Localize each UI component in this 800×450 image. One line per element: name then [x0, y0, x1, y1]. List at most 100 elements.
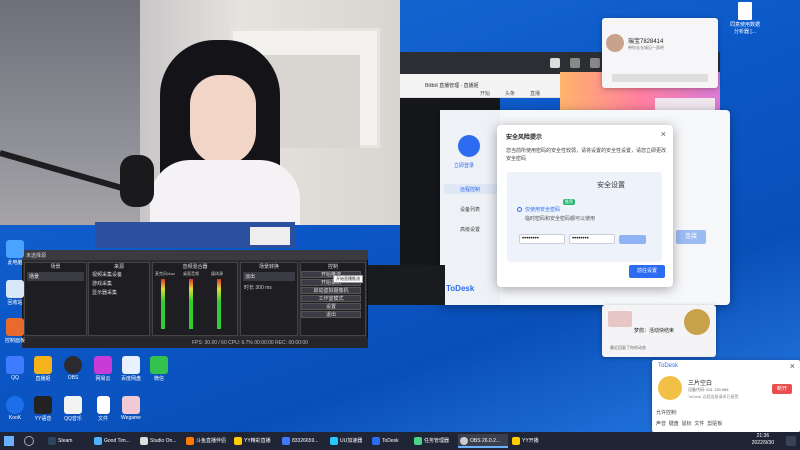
- start-icon[interactable]: [4, 436, 14, 446]
- webcam-preview: [0, 0, 400, 225]
- search-icon[interactable]: [24, 436, 34, 446]
- taskbar-item-todesk[interactable]: ToDesk: [370, 434, 410, 448]
- obs-transition-select[interactable]: 淡出: [243, 272, 295, 281]
- taskbar-item-goodtime[interactable]: Good Tim...: [92, 434, 136, 448]
- cloud-icon: [122, 356, 140, 374]
- user-avatar-icon[interactable]: [458, 135, 480, 157]
- obs-no-source: 未选择源: [26, 253, 47, 259]
- desktop-file-icon[interactable]: 同意使用数据分析器 [...: [728, 2, 762, 35]
- disconnect-button[interactable]: 断开: [772, 384, 792, 394]
- obs-source-2[interactable]: 显示器采集: [89, 288, 149, 297]
- close-icon[interactable]: ×: [790, 362, 795, 371]
- perm-file[interactable]: 文件: [694, 421, 704, 427]
- taskbar-item-uu[interactable]: UU加速器: [328, 434, 368, 448]
- notification-icon[interactable]: [786, 436, 796, 446]
- taskbar-item-qq[interactable]: 83326659...: [280, 434, 326, 448]
- chat-thumb: [608, 311, 632, 327]
- todesk-sidebar: 立即登录 远程控制 设备列表 高级设置 ToDesk: [440, 110, 500, 305]
- obs-sources-title: 来源: [113, 264, 124, 270]
- taskbar-item-douyu[interactable]: 斗鱼直播伴侣: [184, 434, 230, 448]
- browser-tab[interactable]: Bilibili 直播管理 - 直播姬: [425, 82, 479, 89]
- virtual-camera-button[interactable]: 启动虚拟摄像机: [301, 287, 361, 294]
- desktop-icon-yy[interactable]: YY语音: [30, 396, 56, 422]
- sidebar-item-settings[interactable]: 高级设置: [444, 224, 498, 234]
- desktop-icon-kook[interactable]: KooK: [2, 396, 28, 421]
- chat-window-small[interactable]: 梦鸽：活动快结束 最近回复了你的动态: [602, 305, 716, 357]
- go-settings-button[interactable]: 前往设置: [629, 265, 665, 278]
- taskbar-item-yylive[interactable]: YY开播: [510, 434, 550, 448]
- desktop-icon-qqmusic[interactable]: QQ音乐: [60, 396, 86, 422]
- perm-mouse[interactable]: 鼠标: [682, 421, 692, 427]
- sidebar-item-remote[interactable]: 远程控制: [444, 184, 498, 194]
- settings-button[interactable]: 设置: [301, 303, 361, 310]
- obs-duration[interactable]: 时长 300 ms: [241, 283, 297, 292]
- desktop-icon-qqmusic-label: QQ音乐: [64, 416, 82, 422]
- desktop-icon-obs[interactable]: OBS: [60, 356, 86, 381]
- chat-small-sub: 最近回复了你的动态: [610, 345, 646, 350]
- connect-button[interactable]: 连接: [676, 230, 706, 244]
- exit-button[interactable]: 退出: [301, 311, 361, 318]
- desktop-icon-cloud[interactable]: 百度网盘: [118, 356, 144, 382]
- desktop-icon-music[interactable]: 网易云: [90, 356, 116, 382]
- close-icon[interactable]: ×: [661, 130, 666, 139]
- obs-mixer-ch0: 麦克风/Aux: [155, 271, 176, 276]
- obs-status-bar: FPS: 30.00 / 60 CPU: 6.7% 00:00:00 REC: …: [22, 338, 368, 348]
- obs-status-text: FPS: 30.00 / 60 CPU: 6.7% 00:00:00 REC: …: [192, 340, 308, 346]
- desktop-icon-control[interactable]: 控制面板: [2, 318, 28, 344]
- todesk-pop-device: 设备代码: 621 139 986: [688, 387, 729, 392]
- obs-source-1[interactable]: 游戏采集: [89, 279, 149, 288]
- obs-mixer-title: 音频混合器: [182, 264, 208, 270]
- qqmusic-icon: [64, 396, 82, 414]
- app-icon: [94, 437, 102, 445]
- system-clock[interactable]: 21:36 2022/9/30: [752, 433, 774, 447]
- taskbar-item-taskmgr[interactable]: 任务管理器: [412, 434, 456, 448]
- obs-scene-item[interactable]: 场景: [27, 272, 84, 281]
- gift-icon[interactable]: [590, 58, 600, 68]
- home-icon[interactable]: [550, 58, 560, 68]
- desktop-icon-recycle[interactable]: 回收站: [2, 280, 28, 306]
- taskbar-item-yy[interactable]: YY精彩直播: [232, 434, 278, 448]
- taskbar-item-taskmgr-label: 任务管理器: [424, 438, 450, 444]
- sidebar-item-devices[interactable]: 设备列表: [444, 204, 498, 214]
- qq-icon: [282, 437, 290, 445]
- todesk-pop-name: 三片空白: [688, 381, 713, 387]
- desktop-icon-qq[interactable]: QQ: [2, 356, 28, 381]
- desktop-icon-wechat-label: 微信: [153, 376, 164, 382]
- studio-mode-button[interactable]: 工作室模式: [301, 295, 361, 302]
- desktop-icon-live[interactable]: 直播姬: [30, 356, 56, 382]
- app-icon: [140, 437, 148, 445]
- document-icon: [738, 2, 752, 20]
- perm-sound[interactable]: 声音: [656, 421, 666, 427]
- kook-icon: [6, 396, 24, 414]
- clock-time: 21:36: [756, 433, 770, 439]
- perm-keyboard[interactable]: 键盘: [669, 421, 679, 427]
- desktop-icon-wechat[interactable]: 微信: [146, 356, 172, 382]
- desktop-icon-kook-label: KooK: [8, 415, 22, 421]
- desktop-icon-pc[interactable]: 此电脑: [2, 240, 28, 266]
- password-field-2[interactable]: ••••••••: [569, 234, 615, 244]
- file-icon: [96, 396, 110, 414]
- password-field-1[interactable]: ••••••••: [519, 234, 565, 244]
- confirm-password-button[interactable]: [619, 235, 646, 244]
- login-link[interactable]: 立即登录: [454, 162, 474, 169]
- browser-tab-1[interactable]: 头条: [505, 90, 515, 97]
- obs-source-0[interactable]: 视频采集设备: [89, 270, 149, 279]
- desktop-icon-file[interactable]: 文件: [90, 396, 116, 422]
- browser-tab-2[interactable]: 直播: [530, 90, 540, 97]
- desktop-icon-wegame[interactable]: Wegame: [118, 396, 144, 421]
- radio-button[interactable]: [517, 207, 522, 212]
- chat-window[interactable]: 瑞宝7828414 带你去长城见一面吧: [602, 18, 718, 88]
- task-manager-icon: [414, 437, 422, 445]
- game-icon[interactable]: [570, 58, 580, 68]
- security-settings-panel: 安全设置 推荐 仅使用安全密码 临时密码和安全密码都可以使用 •••••••• …: [507, 172, 662, 262]
- browser-tab-0[interactable]: 开始: [480, 90, 490, 97]
- option-desc: 临时密码和安全密码都可以使用: [525, 216, 596, 222]
- music-icon: [94, 356, 112, 374]
- control-panel-icon: [6, 318, 24, 336]
- option-label[interactable]: 仅使用安全密码: [525, 206, 560, 213]
- audio-meter-0: [161, 279, 165, 329]
- taskbar-item-studio[interactable]: Studio On...: [138, 434, 182, 448]
- taskbar-item-obs[interactable]: OBS 26.0.2...: [458, 434, 508, 448]
- perm-clipboard[interactable]: 剪贴板: [707, 421, 722, 427]
- taskbar-item-steam[interactable]: Steam: [46, 434, 90, 448]
